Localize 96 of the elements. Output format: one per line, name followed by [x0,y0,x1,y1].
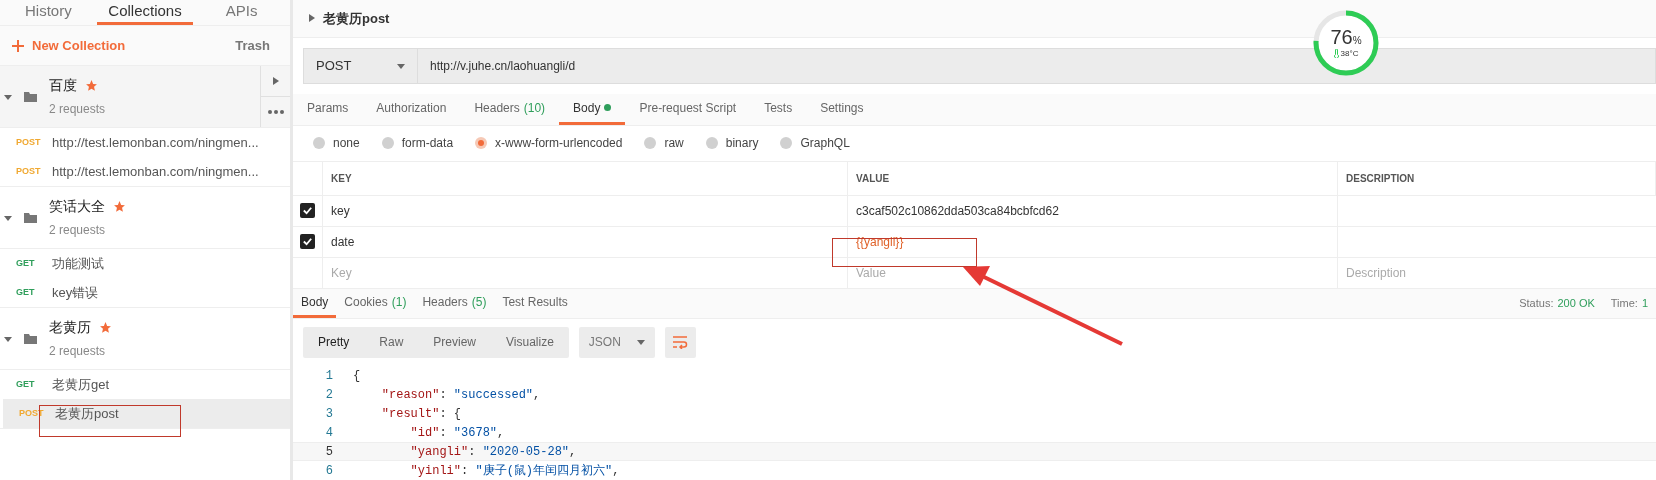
code-line: "reason": "successed", [380,386,541,404]
response-tab[interactable]: Cookies (1) [336,288,415,318]
key-cell[interactable]: date [331,232,355,251]
line-number: 6 [324,462,333,480]
caret-right-icon [309,14,315,23]
column-header: DESCRIPTION [1346,171,1415,186]
folder-icon [24,212,37,223]
line-number: 2 [324,386,333,404]
response-tab[interactable]: Test Results [494,288,576,318]
request-count: 2 requests [49,343,107,360]
thermometer-icon [1333,49,1339,58]
key-cell[interactable]: key [331,201,350,220]
request-tab[interactable]: Pre-request Script [625,93,751,125]
request-tab[interactable]: Body [559,93,626,125]
request-tab[interactable]: Params [293,93,363,125]
plus-icon [12,39,24,52]
column-header: VALUE [856,171,890,186]
trash-button[interactable]: Trash [235,35,278,56]
body-type-radio[interactable]: none [313,134,360,153]
gauge-unit: % [1352,34,1362,48]
sidebar-tab[interactable]: APIs [193,0,290,25]
request-name: http://test.lemonban.com/ningmen... [52,133,259,152]
request-item[interactable]: GET 功能测试 [0,249,290,278]
caret-icon [4,334,12,343]
status-value: 200 OK [1557,296,1595,311]
column-header: KEY [331,171,352,186]
collection-item[interactable]: 百度 2 requests [0,66,290,128]
body-type-radio[interactable]: x-www-form-urlencoded [475,134,623,153]
code-line: "yangli": "2020-05-28", [409,443,577,461]
wrap-lines-icon [672,335,689,350]
line-number: 5 [324,443,333,461]
code-line: "result": { [380,405,462,423]
caret-icon [397,61,405,70]
response-tab[interactable]: Headers (5) [414,288,495,318]
body-type-radio[interactable]: GraphQL [780,134,850,153]
code-line: "id": "3678", [409,424,505,442]
request-name: http://test.lemonban.com/ningmen... [52,162,259,181]
caret-icon [4,92,12,101]
folder-icon [24,333,37,344]
check-icon [302,236,313,248]
code-line: { [353,367,361,385]
request-name: 老黄历get [52,375,110,394]
view-option[interactable]: Visualize [491,326,569,358]
request-name: 功能测试 [52,254,104,273]
status-label: Status: [1519,296,1554,311]
method-label: POST [16,135,42,149]
request-tab[interactable]: Headers (10) [460,93,560,125]
request-tab[interactable]: Tests [750,93,807,125]
collection-name: 老黄历 [49,318,91,337]
response-tab[interactable]: Body [293,288,337,318]
view-option[interactable]: Preview [418,326,492,358]
body-type-radio[interactable]: binary [705,134,759,153]
checkbox[interactable] [300,234,315,250]
code-line: "yinli": "庚子(鼠)年闰四月初六", [409,462,620,480]
body-type-radio[interactable]: raw [644,134,684,153]
temperature: 38°C [1340,47,1359,60]
play-icon [272,77,279,85]
method-label: GET [16,285,36,299]
caret-icon [636,338,645,347]
url-text[interactable]: http://v.juhe.cn/laohuangli/d [430,56,576,75]
request-item[interactable]: GET key错误 [0,278,290,307]
collection-name: 百度 [49,76,77,95]
caret-icon [4,213,12,222]
request-title: 老黄历post [323,9,390,28]
body-type-radio[interactable]: form-data [381,134,454,153]
line-number: 4 [324,424,333,442]
format-select[interactable]: JSON [578,326,655,358]
sidebar-tab[interactable]: History [0,0,97,25]
view-option[interactable]: Pretty [303,326,365,358]
gauge-value: 76 [1330,26,1353,47]
request-count: 2 requests [49,101,107,118]
folder-icon [24,91,37,102]
method-select[interactable]: POST [304,48,418,83]
request-name: 老黄历post [55,404,119,423]
method-label: POST [16,164,42,178]
request-count: 2 requests [49,222,107,239]
time-value: 1 [1641,296,1648,311]
request-name: key错误 [52,283,99,302]
request-tab[interactable]: Authorization [362,93,461,125]
request-tab[interactable]: Settings [806,93,878,125]
time-label: Time: [1610,296,1638,311]
checkbox[interactable] [300,203,315,219]
ellipsis-icon [267,110,284,114]
request-item[interactable]: POST http://test.lemonban.com/ningmen... [0,128,290,157]
line-number: 3 [324,405,333,423]
request-item[interactable]: POST http://test.lemonban.com/ningmen... [0,157,290,186]
collection-name: 笑话大全 [49,197,105,216]
view-option[interactable]: Raw [364,326,419,358]
request-item[interactable]: GET 老黄历get [0,370,290,399]
method-label: GET [16,377,36,391]
check-icon [302,205,313,217]
wrap-button[interactable] [664,326,696,358]
method-label: GET [16,256,36,270]
value-cell[interactable]: c3caf502c10862dda503ca84bcbfcd62 [856,201,1059,220]
line-number: 1 [324,367,333,385]
value-cell[interactable]: {{yangli}} [856,232,904,251]
